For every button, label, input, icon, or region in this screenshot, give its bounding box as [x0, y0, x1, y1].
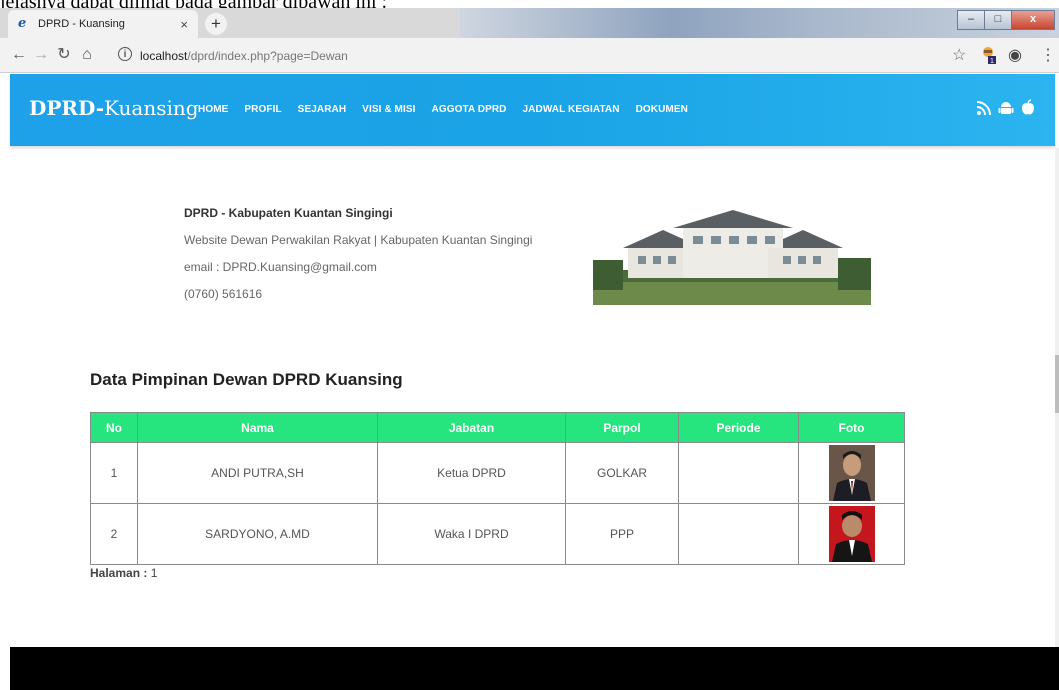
logo-separator: - [95, 96, 105, 120]
cell-nama: SARDYONO, A.MD [137, 503, 378, 565]
col-nama: Nama [137, 412, 378, 443]
cell-foto [798, 442, 905, 504]
svg-text:1: 1 [990, 58, 994, 64]
cell-no: 2 [90, 503, 138, 565]
android-icon[interactable] [997, 99, 1015, 117]
cell-jabatan: Ketua DPRD [377, 442, 566, 504]
main-nav: HOME PROFIL SEJARAH VISI & MISI AGGOTA D… [198, 104, 704, 115]
cell-periode [678, 442, 799, 504]
rss-icon[interactable] [975, 99, 993, 117]
browser-tab[interactable]: e DPRD - Kuansing × [8, 10, 198, 38]
leaders-table: No Nama Jabatan Parpol Periode Foto 1 AN… [90, 412, 905, 565]
window-controls: – □ x [957, 10, 1055, 30]
tab-title: DPRD - Kuansing [38, 18, 125, 30]
nav-dokumen[interactable]: DOKUMEN [636, 104, 688, 115]
nav-sejarah[interactable]: SEJARAH [298, 104, 347, 115]
nav-visi-misi[interactable]: VISI & MISI [362, 104, 415, 115]
new-tab-button[interactable]: + [205, 13, 227, 35]
tab-close-icon[interactable]: × [180, 17, 188, 32]
col-no: No [90, 412, 138, 443]
institution-phone: (0760) 561616 [184, 287, 263, 301]
nav-profil[interactable]: PROFIL [244, 104, 281, 115]
profile-icon[interactable]: ◉ [1008, 45, 1022, 65]
reload-icon[interactable]: ↻ [55, 46, 73, 64]
bookmark-star-icon[interactable]: ☆ [952, 45, 966, 65]
apple-icon[interactable] [1019, 99, 1037, 117]
institution-email: email : DPRD.Kuansing@gmail.com [184, 260, 377, 274]
table-row: 2 SARDYONO, A.MD Waka I DPRD PPP [90, 503, 905, 565]
url-text[interactable]: localhost/dprd/index.php?page=Dewan [140, 49, 348, 63]
table-row: 1 ANDI PUTRA,SH Ketua DPRD GOLKAR [90, 442, 905, 504]
ie-icon: e [18, 16, 27, 31]
cell-parpol: PPP [565, 503, 679, 565]
pagination: Halaman : 1 [90, 566, 157, 580]
logo-light: Kuansing [104, 96, 199, 120]
cell-nama: ANDI PUTRA,SH [137, 442, 378, 504]
pagination-page[interactable]: 1 [147, 566, 158, 580]
cell-parpol: GOLKAR [565, 442, 679, 504]
nav-jadwal-kegiatan[interactable]: JADWAL KEGIATAN [523, 104, 620, 115]
table-header-row: No Nama Jabatan Parpol Periode Foto [90, 412, 905, 443]
scrollbar-thumb[interactable] [1055, 355, 1059, 413]
member-photo [828, 506, 875, 562]
col-jabatan: Jabatan [377, 412, 566, 443]
nav-home[interactable]: HOME [198, 104, 228, 115]
url-host: localhost [140, 49, 188, 63]
minimize-button[interactable]: – [957, 10, 985, 30]
col-periode: Periode [678, 412, 799, 443]
cell-no: 1 [90, 442, 138, 504]
maximize-button[interactable]: □ [984, 10, 1012, 30]
nav-anggota-dprd[interactable]: AGGOTA DPRD [432, 104, 507, 115]
url-path: /dprd/index.php?page=Dewan [187, 49, 348, 63]
forward-icon[interactable]: → [32, 46, 50, 64]
institution-name: DPRD - Kabupaten Kuantan Singingi [184, 206, 393, 220]
extension-icon[interactable]: 1 [980, 46, 996, 64]
institution-description: Website Dewan Perwakilan Rakyat | Kabupa… [184, 233, 533, 247]
col-foto: Foto [798, 412, 905, 443]
col-parpol: Parpol [565, 412, 679, 443]
cell-jabatan: Waka I DPRD [377, 503, 566, 565]
info-icon[interactable]: i [118, 47, 132, 61]
cell-foto [798, 503, 905, 565]
back-icon[interactable]: ← [10, 46, 28, 64]
site-logo[interactable]: DPRD-Kuansing [29, 96, 199, 120]
pagination-label: Halaman : [90, 566, 148, 580]
logo-bold: DPRD [29, 96, 96, 120]
close-window-button[interactable]: x [1011, 10, 1055, 30]
member-photo [828, 445, 875, 501]
browser-menu-icon[interactable]: ⋮ [1040, 45, 1056, 65]
site-footer [10, 647, 1059, 690]
building-image [593, 210, 871, 305]
section-title: Data Pimpinan Dewan DPRD Kuansing [90, 370, 403, 389]
home-icon[interactable]: ⌂ [78, 46, 96, 64]
cell-periode [678, 503, 799, 565]
